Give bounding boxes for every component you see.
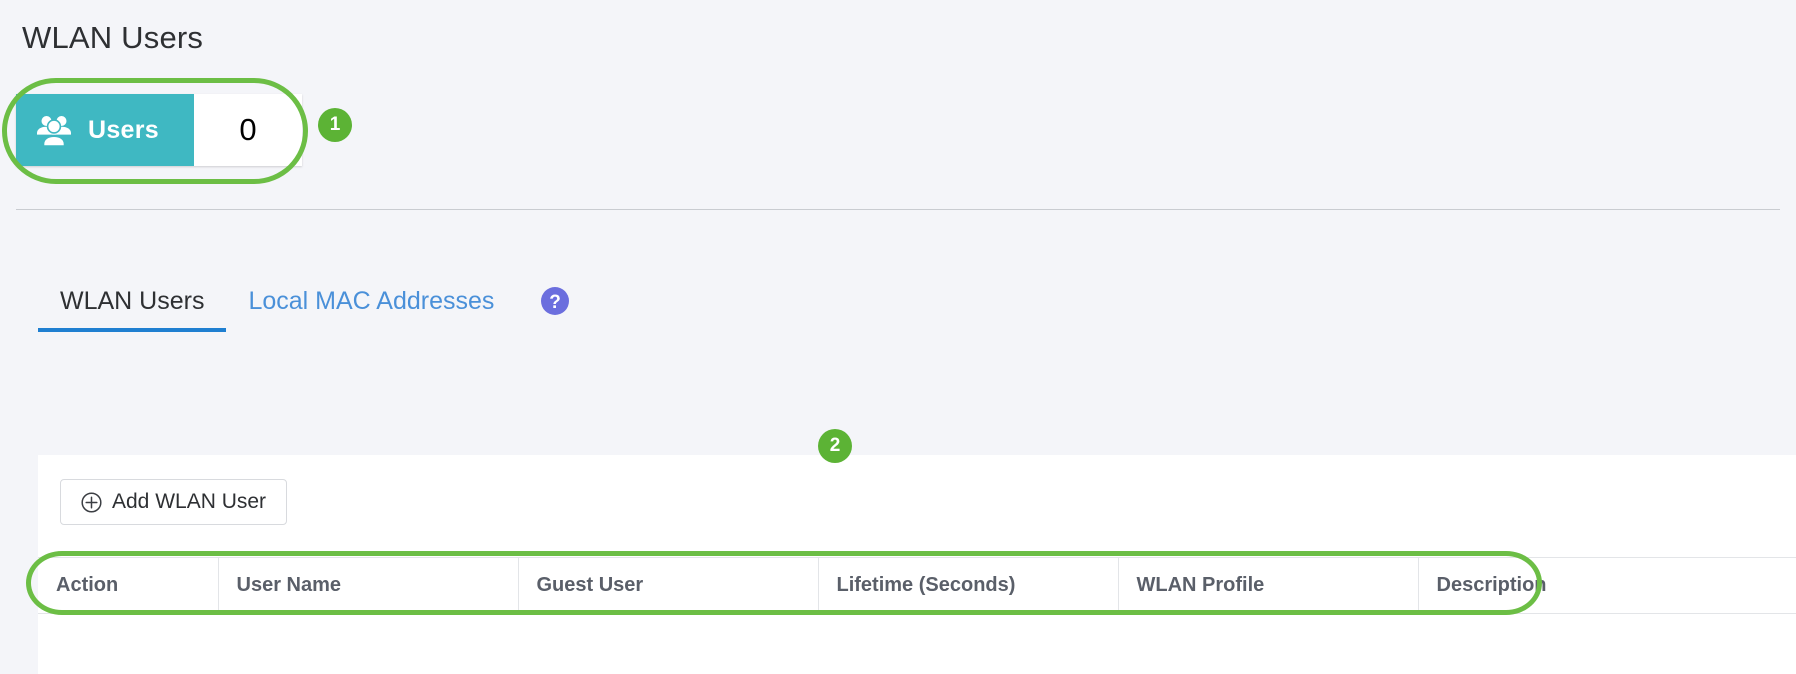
wlan-users-card: Add WLAN User Action User Name Guest Use… (38, 455, 1796, 674)
wlan-users-table: Action User Name Guest User Lifetime (Se… (38, 557, 1796, 614)
column-header-lifetime-seconds[interactable]: Lifetime (Seconds) (818, 557, 1119, 614)
svg-text:?: ? (550, 292, 562, 313)
users-group-icon (37, 116, 71, 146)
column-header-wlan-profile[interactable]: WLAN Profile (1118, 557, 1419, 614)
add-wlan-user-button[interactable]: Add WLAN User (60, 479, 288, 525)
plus-circle-icon (81, 491, 102, 513)
tab-wlan-users[interactable]: WLAN Users (38, 287, 227, 332)
users-stat-label-block: Users (16, 94, 194, 166)
help-question-icon[interactable]: ? (540, 286, 570, 316)
page-title: WLAN Users (22, 20, 204, 55)
step-badge-2: 2 (818, 429, 852, 463)
users-stat-widget[interactable]: Users 0 (16, 94, 302, 166)
users-stat-label: Users (88, 115, 159, 144)
tab-local-mac-addresses[interactable]: Local MAC Addresses (226, 287, 516, 332)
column-header-action[interactable]: Action (38, 557, 219, 614)
add-wlan-user-label: Add WLAN User (112, 490, 267, 513)
tab-bar: WLAN Users Local MAC Addresses ? (38, 286, 570, 332)
column-header-guest-user[interactable]: Guest User (518, 557, 819, 614)
step-badge-1: 1 (318, 108, 352, 142)
column-header-description[interactable]: Description (1418, 557, 1796, 614)
column-header-user-name[interactable]: User Name (218, 557, 519, 614)
section-divider (16, 209, 1780, 210)
table-header-row: Action User Name Guest User Lifetime (Se… (38, 557, 1796, 614)
users-stat-value: 0 (194, 94, 302, 166)
